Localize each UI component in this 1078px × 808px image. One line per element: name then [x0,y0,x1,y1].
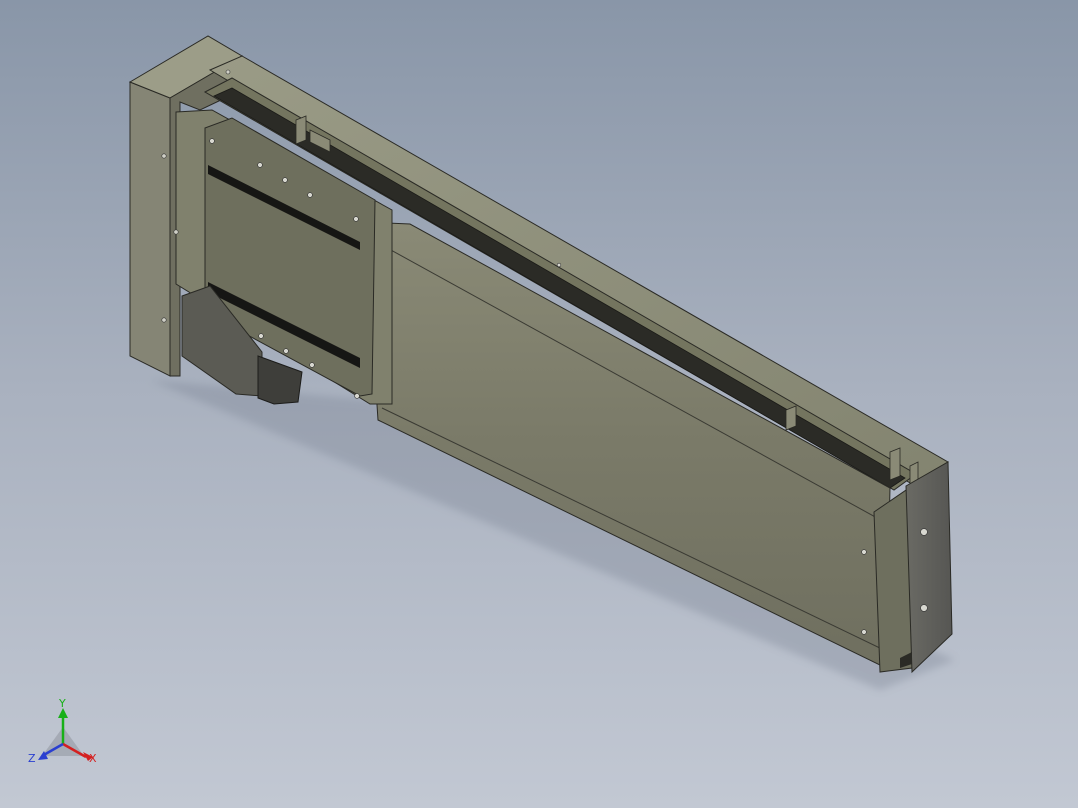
z-axis-label: Z [28,752,36,765]
coordinate-triad: Y X Z [28,697,97,765]
y-axis-label: Y [58,697,66,710]
3d-model-viewport[interactable]: Y X Z [0,0,1078,808]
x-axis-label: X [89,752,97,765]
